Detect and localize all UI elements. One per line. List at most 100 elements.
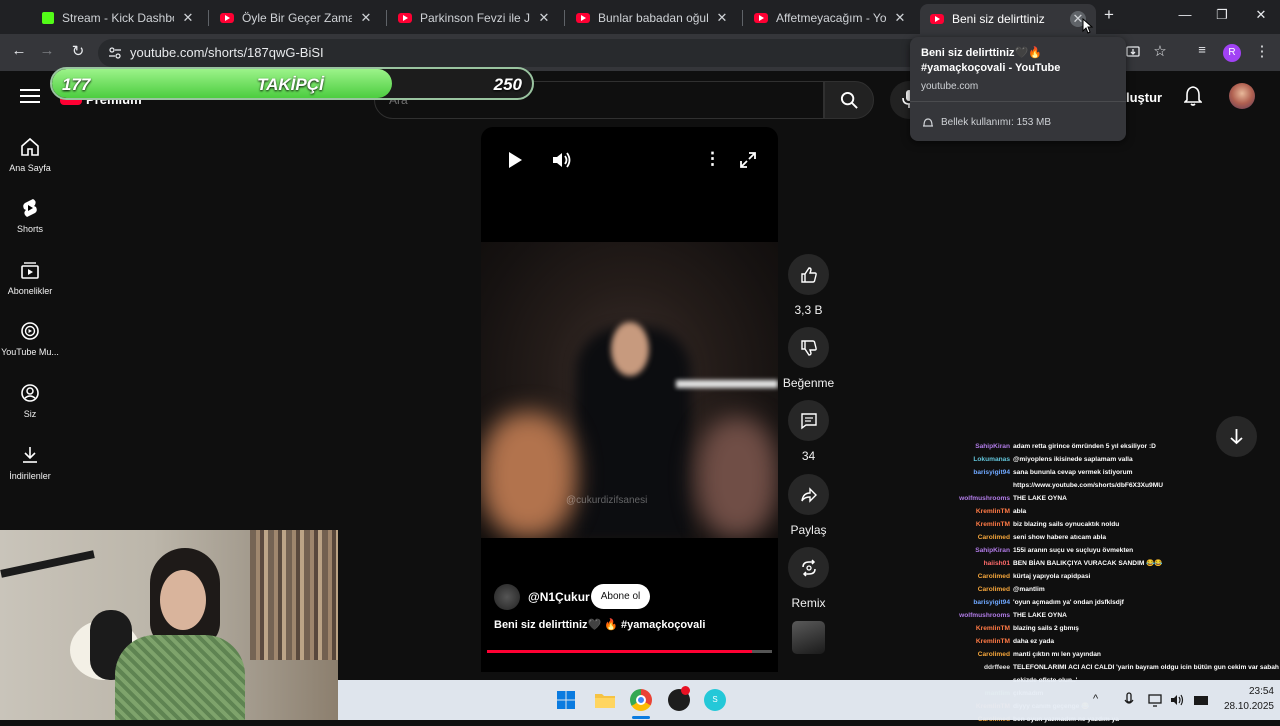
streaming-app-icon[interactable]: S (704, 689, 726, 711)
reload-icon[interactable]: ↻ (68, 42, 88, 60)
sidebar-item-subscriptions[interactable]: Abonelikler (0, 260, 60, 296)
remix-label: Remix (791, 596, 826, 610)
volume-tray-icon[interactable] (1170, 693, 1185, 707)
sidebar-item-label: Shorts (16, 224, 43, 234)
more-options-icon[interactable]: ⋮ (704, 149, 721, 169)
download-icon (23, 447, 37, 463)
windows-start-icon[interactable] (556, 690, 576, 710)
youtube-icon (576, 13, 590, 23)
chat-username: KremlinTM (975, 638, 1010, 645)
network-icon[interactable] (1148, 693, 1162, 707)
chat-username: barisyigit94 (973, 469, 1010, 476)
shorts-player[interactable]: ⋮ @cukurdizifsanesi @N1Çukur Abone ol Be… (481, 127, 778, 672)
site-info-icon[interactable] (108, 46, 122, 60)
video-light-streak (676, 380, 778, 388)
youtube-icon (754, 13, 768, 23)
sidebar-item-downloads[interactable]: İndirilenler (0, 445, 60, 481)
chat-message: Carolimed kürtaj yapıyola rapidpasi (935, 570, 1280, 583)
sidebar-item-you[interactable]: Siz (0, 383, 60, 419)
tab-affetmeyacagim[interactable]: Affetmeyacağım - YouTube ✕ (744, 5, 918, 31)
sidebar-item-home[interactable]: Ana Sayfa (0, 137, 60, 173)
notifications-bell-icon[interactable] (1184, 85, 1202, 107)
channel-avatar[interactable] (494, 584, 520, 610)
clock-date[interactable]: 28.10.2025 (1214, 701, 1274, 712)
dislike-button[interactable]: Beğenme (783, 327, 834, 390)
tab-beni-siz-delirttiniz[interactable]: Beni siz delirttiniz ✕ (920, 4, 1096, 34)
close-tab-icon[interactable]: ✕ (180, 10, 196, 26)
comments-button[interactable]: 34 (788, 400, 829, 463)
file-explorer-icon[interactable] (594, 690, 616, 710)
chat-text: adam retta girince ömründen 5 yıl eksili… (1013, 443, 1156, 450)
subscribe-button[interactable]: Abone ol (591, 584, 650, 609)
hamburger-menu-icon[interactable] (20, 88, 40, 104)
chat-text: 155i aranın suçu ve suçluyu övmekten (1013, 547, 1134, 554)
remix-button[interactable]: Remix (788, 547, 829, 610)
tab-oyle-bir-gecer[interactable]: Öyle Bir Geçer Zaman Ki 3 ✕ (210, 5, 384, 31)
like-button[interactable]: 3,3 B (788, 254, 829, 317)
chat-text: seni show habere atıcam abla (1013, 534, 1107, 541)
close-tab-icon[interactable]: ✕ (714, 10, 730, 26)
tab-kick-dashboard[interactable]: Stream - Kick Dashboard ✕ (32, 5, 206, 31)
chat-text: sana bununla cevap vermek istiyorum (1013, 469, 1133, 476)
sidebar-item-youtube-music[interactable]: YouTube Mu... (0, 321, 60, 357)
active-app-indicator (632, 716, 650, 719)
obs-taskbar-icon[interactable] (668, 686, 690, 711)
volume-icon[interactable] (551, 150, 573, 170)
chat-text: BEN BİAN BALIKÇIYA VURACAK SANDIM 😂😂 (1013, 560, 1163, 567)
video-progress-track[interactable] (487, 650, 772, 653)
play-icon[interactable] (507, 151, 523, 169)
chat-username: SahipKiran (975, 547, 1010, 554)
home-icon (21, 137, 39, 156)
user-avatar[interactable] (1229, 83, 1255, 109)
video-blur-left (481, 412, 576, 538)
share-label: Paylaş (790, 523, 827, 537)
channel-name[interactable]: @N1Çukur (528, 590, 590, 604)
mouse-cursor-icon (1082, 18, 1094, 34)
create-button[interactable]: luştur (1126, 90, 1162, 105)
maximize-icon[interactable]: ❐ (1212, 7, 1232, 23)
subscriptions-icon (21, 262, 39, 279)
share-button[interactable]: Paylaş (788, 474, 829, 537)
chat-username: Carolimed (977, 534, 1010, 541)
display-tray-icon[interactable] (1193, 693, 1209, 707)
url-text: youtube.com/shorts/187qwG-BiSI (130, 45, 324, 60)
chat-username: ddrffeee (983, 664, 1010, 671)
tab-bunlar-babadan[interactable]: Bunlar babadan oğul nesil ✕ (566, 5, 740, 31)
chat-message: Carolimed manti çıktın mı len yayından (935, 648, 1280, 661)
tray-chevron-icon[interactable]: ^ (1093, 693, 1098, 705)
close-tab-icon[interactable]: ✕ (892, 10, 908, 26)
profile-avatar[interactable]: R (1223, 44, 1241, 62)
sound-thumbnail[interactable] (792, 621, 825, 654)
chat-message: https://www.youtube.com/shorts/dbF6X3Xu9… (935, 479, 1280, 492)
video-figure-face (611, 322, 649, 376)
video-frame[interactable]: @cukurdizifsanesi (481, 242, 778, 538)
follower-current-count: 177 (62, 75, 91, 94)
fullscreen-icon[interactable] (740, 152, 756, 168)
window-close-icon[interactable]: ✕ (1251, 7, 1271, 23)
close-tab-icon[interactable]: ✕ (358, 10, 374, 26)
search-button[interactable] (824, 81, 874, 119)
clock-time[interactable]: 23:54 (1238, 686, 1274, 697)
new-tab-icon[interactable]: + (1099, 5, 1119, 25)
tray-microphone-icon[interactable] (1124, 692, 1134, 708)
youtube-icon (220, 13, 234, 23)
follower-label: TAKİPÇİ (257, 75, 324, 94)
webcam-bookshelf (250, 530, 338, 660)
sidebar-item-shorts[interactable]: Shorts (0, 198, 60, 234)
tab-parkinson-fevzi[interactable]: Parkinson Fevzi ile Jenga D ✕ (388, 5, 562, 31)
user-icon (21, 384, 39, 402)
video-watermark: @cukurdizifsanesi (566, 495, 648, 506)
close-tab-icon[interactable]: ✕ (536, 10, 552, 26)
media-control-icon[interactable]: ≡ (1192, 42, 1212, 57)
minimize-icon[interactable]: — (1175, 7, 1195, 22)
chat-text: biz blazing sails oynucaktık noldu (1013, 521, 1120, 528)
chrome-taskbar-icon[interactable] (630, 689, 652, 711)
bookmark-star-icon[interactable]: ☆ (1150, 42, 1170, 60)
chat-username: KremlinTM (975, 625, 1010, 632)
browser-menu-icon[interactable]: ⋮ (1252, 42, 1272, 60)
install-app-icon[interactable] (1126, 45, 1140, 59)
sidebar-item-label: YouTube Mu... (1, 347, 59, 357)
forward-icon[interactable]: → (37, 42, 57, 59)
short-title: Beni siz delirttiniz🖤 🔥 #yamaçkoçovali (494, 619, 706, 631)
back-icon[interactable]: ← (9, 42, 29, 59)
